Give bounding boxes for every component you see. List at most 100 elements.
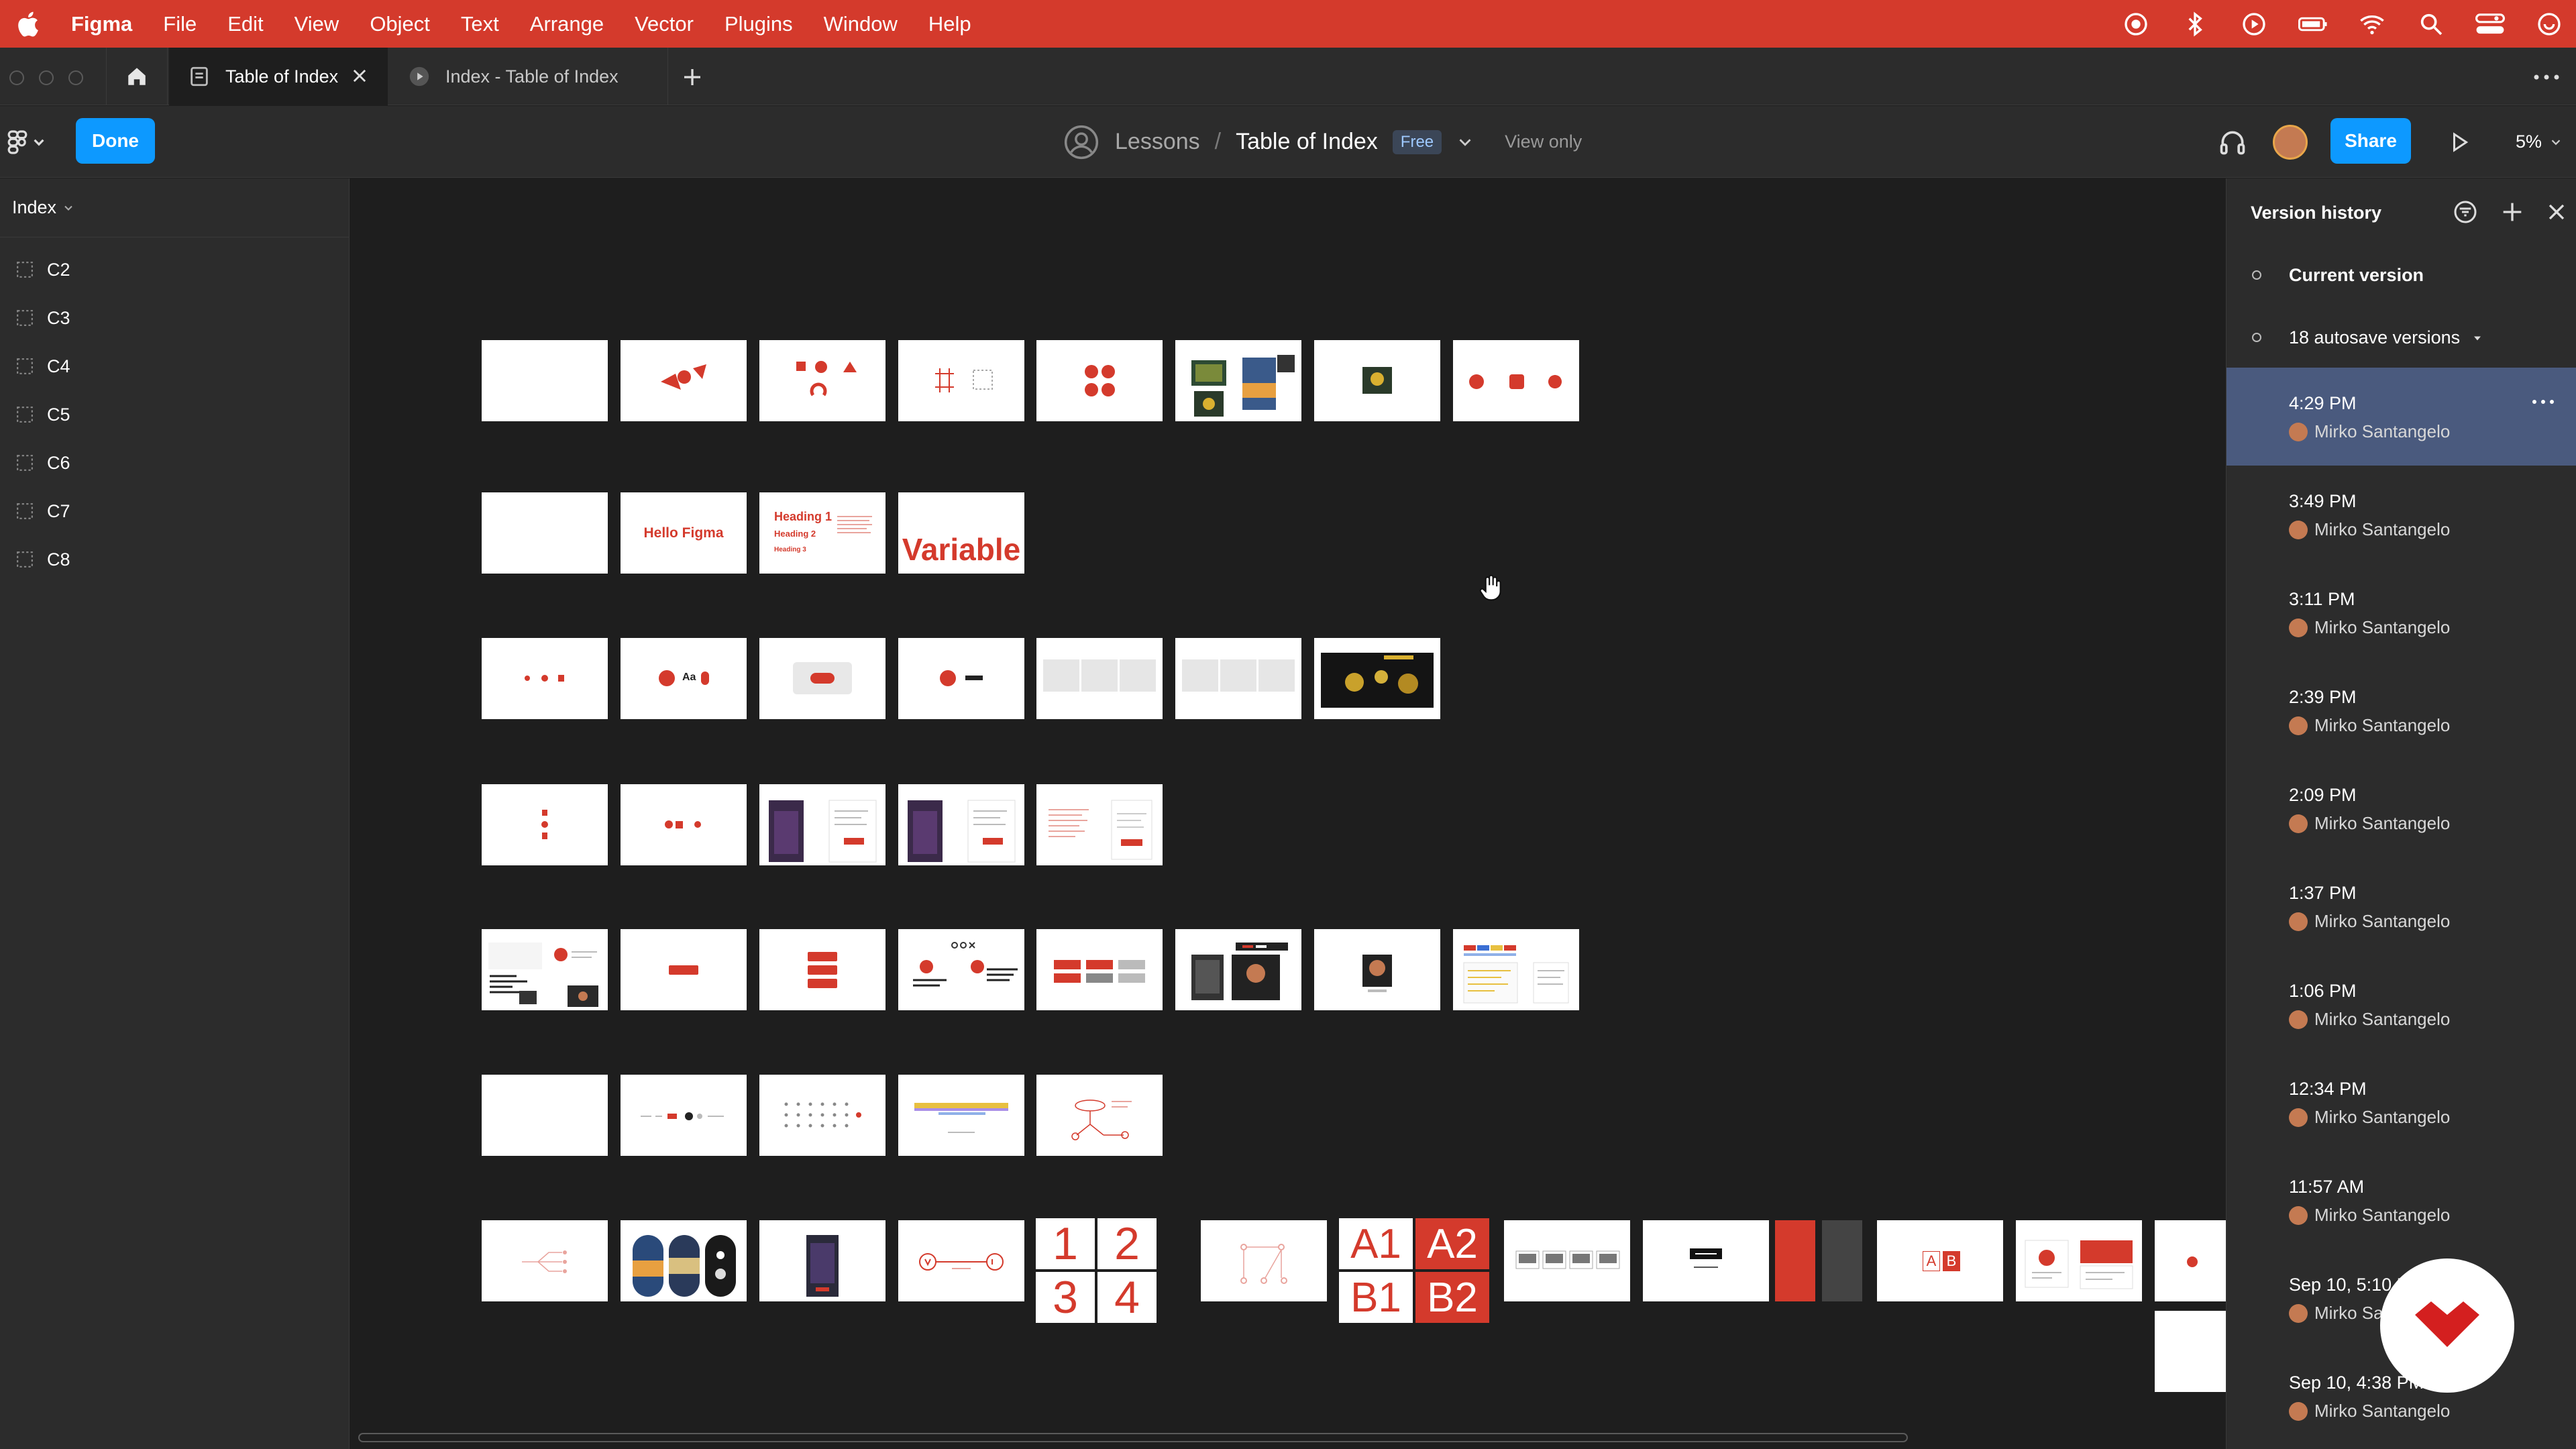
frame-thumbnail[interactable] [1036,340,1163,421]
frame-thumbnail[interactable] [1175,929,1301,1010]
apple-icon[interactable] [15,9,44,39]
close-tab-icon[interactable] [350,66,369,85]
close-icon[interactable] [2543,199,2570,225]
frame-thumbnail[interactable] [482,492,608,574]
new-tab-icon[interactable] [680,65,704,89]
version-item[interactable]: 1:37 PM Mirko Santangelo [2226,857,2576,955]
frame-thumbnail[interactable] [898,638,1024,719]
frame-thumbnail[interactable] [1036,638,1163,719]
frame-thumbnail[interactable] [1822,1220,1862,1301]
grid-number-2[interactable]: 2 [1097,1218,1157,1269]
home-button[interactable] [106,48,168,105]
frame-thumbnail[interactable] [621,340,747,421]
grid-cell-b1[interactable]: B1 [1339,1272,1413,1323]
bluetooth-icon[interactable] [2180,11,2210,38]
present-play-icon[interactable] [2447,129,2471,156]
version-item[interactable]: 4:29 PM Mirko Santangelo [2226,368,2576,466]
creative-cloud-icon[interactable] [2121,11,2151,38]
grid-number-1[interactable]: 1 [1036,1218,1095,1269]
frame-thumbnail[interactable] [482,1075,608,1156]
frame-thumbnail[interactable] [1314,638,1440,719]
play-circle-icon[interactable] [2239,11,2269,38]
siri-icon[interactable] [2534,11,2564,38]
more-icon[interactable] [2531,397,2558,407]
frame-thumbnail[interactable] [759,1220,885,1301]
frame-thumbnail[interactable] [2155,1220,2226,1301]
grid-number-4[interactable]: 4 [1097,1272,1157,1323]
frame-thumbnail[interactable] [621,1220,747,1301]
frame-thumbnail[interactable] [759,340,885,421]
frame-thumbnail[interactable] [1175,340,1301,421]
layer-item-c8[interactable]: C8 [0,535,349,584]
frame-thumbnail[interactable] [1504,1220,1630,1301]
frame-thumbnail[interactable] [898,1220,1024,1301]
frame-thumbnail[interactable]: Variable [898,492,1024,574]
control-center-icon[interactable] [2475,11,2505,38]
version-item[interactable]: 11:57 AM Mirko Santangelo [2226,1151,2576,1249]
search-icon[interactable] [2416,11,2446,38]
frame-thumbnail[interactable] [621,929,747,1010]
frame-thumbnail[interactable] [2016,1220,2142,1301]
version-item[interactable]: 1:06 PM Mirko Santangelo [2226,955,2576,1053]
frame-thumbnail[interactable] [898,784,1024,865]
frame-thumbnail[interactable] [1314,340,1440,421]
share-button[interactable]: Share [2330,118,2411,164]
menu-file[interactable]: File [163,12,197,36]
frame-thumbnail[interactable] [621,784,747,865]
layer-item-c7[interactable]: C7 [0,487,349,535]
menu-text[interactable]: Text [461,12,499,36]
version-item[interactable]: 2:09 PM Mirko Santangelo [2226,759,2576,857]
autosave-versions-toggle[interactable]: 18 autosave versions [2226,317,2576,358]
menu-object[interactable]: Object [370,12,430,36]
wifi-icon[interactable] [2357,11,2387,38]
add-version-icon[interactable] [2499,199,2526,225]
menu-app-figma[interactable]: Figma [71,12,132,36]
grid-number-3[interactable]: 3 [1036,1272,1095,1323]
layer-item-c3[interactable]: C3 [0,294,349,342]
file-name[interactable]: Table of Index [1236,129,1378,155]
filter-icon[interactable] [2452,199,2479,225]
version-item[interactable]: 3:11 PM Mirko Santangelo [2226,564,2576,661]
frame-thumbnail[interactable] [482,929,608,1010]
user-avatar[interactable] [2273,125,2308,160]
frame-thumbnail[interactable] [482,784,608,865]
frame-thumbnail[interactable] [621,1075,747,1156]
frame-thumbnail[interactable] [1036,784,1163,865]
grid-cell-b2[interactable]: B2 [1415,1272,1489,1323]
frame-thumbnail[interactable] [1453,340,1579,421]
grid-cell-a1[interactable]: A1 [1339,1218,1413,1269]
frame-thumbnail[interactable]: Aa [621,638,747,719]
frame-thumbnail[interactable] [1201,1220,1327,1301]
frame-thumbnail[interactable] [1036,1075,1163,1156]
frame-thumbnail[interactable] [1775,1220,1815,1301]
menu-vector[interactable]: Vector [635,12,694,36]
frame-thumbnail[interactable] [759,929,885,1010]
tab-index-table-of-index[interactable]: Index - Table of Index [389,48,668,105]
layer-item-c6[interactable]: C6 [0,439,349,487]
frame-thumbnail[interactable] [759,1075,885,1156]
current-version[interactable]: Current version [2226,255,2576,295]
canvas[interactable]: Hello Figma Heading 1 Heading 2 Heading … [350,178,2226,1449]
frame-thumbnail[interactable] [898,340,1024,421]
frame-thumbnail[interactable] [1036,929,1163,1010]
version-item[interactable]: 12:34 PM Mirko Santangelo [2226,1053,2576,1151]
menu-window[interactable]: Window [824,12,898,36]
frame-thumbnail[interactable] [2155,1311,2226,1392]
figma-main-menu-icon[interactable] [7,127,50,157]
zoom-dropdown[interactable]: 5% [2516,106,2563,178]
team-avatar-icon[interactable] [1063,123,1100,161]
window-close-button[interactable] [9,70,24,85]
layer-item-c4[interactable]: C4 [0,342,349,390]
version-item[interactable]: 3:49 PM Mirko Santangelo [2226,466,2576,564]
more-icon[interactable] [2533,70,2560,84]
frame-thumbnail[interactable] [482,638,608,719]
frame-thumbnail[interactable]: A B [1877,1220,2003,1301]
window-maximize-button[interactable] [68,70,83,85]
frame-thumbnail[interactable] [759,784,885,865]
menu-view[interactable]: View [294,12,339,36]
frame-thumbnail[interactable]: Heading 1 Heading 2 Heading 3 [759,492,885,574]
frame-thumbnail[interactable]: Hello Figma [621,492,747,574]
window-minimize-button[interactable] [39,70,54,85]
layer-item-c2[interactable]: C2 [0,246,349,294]
frame-thumbnail[interactable] [1453,929,1579,1010]
